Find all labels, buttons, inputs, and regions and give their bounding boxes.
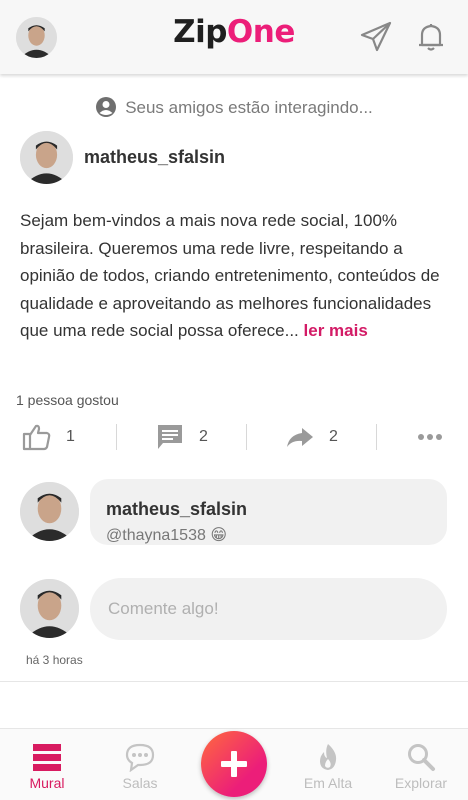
nav-salas[interactable]: Salas	[100, 729, 180, 800]
comment-input-wrapper	[90, 578, 447, 640]
account-circle-icon	[95, 96, 117, 118]
like-count: 1	[66, 428, 75, 445]
comment-author[interactable]: matheus_sfalsin	[106, 499, 247, 520]
comment-item: matheus_sfalsin @thayna1538 😁	[20, 479, 448, 545]
top-bar: ZipOne	[0, 0, 468, 74]
send-icon[interactable]	[359, 20, 393, 54]
chat-bubble-icon	[125, 743, 155, 772]
comment-bubble: matheus_sfalsin @thayna1538 😁	[90, 479, 447, 545]
more-options-button[interactable]	[415, 418, 445, 456]
share-button[interactable]: 2	[285, 418, 338, 456]
comment-button[interactable]: 2	[155, 418, 208, 456]
friends-activity-notice: Seus amigos estão interagindo...	[0, 96, 468, 120]
read-more-link[interactable]: ler mais	[304, 321, 368, 340]
create-post-button[interactable]	[201, 731, 267, 797]
post-timestamp: há 3 horas	[26, 653, 83, 667]
friends-notice-text: Seus amigos estão interagindo...	[125, 98, 373, 117]
share-count: 2	[329, 428, 338, 445]
logo-text-zip: Zip	[173, 14, 227, 50]
bell-icon[interactable]	[414, 20, 448, 54]
comment-icon	[158, 425, 182, 449]
thumb-up-icon	[22, 424, 51, 451]
flame-icon	[320, 744, 337, 770]
grin-emoji-icon: 😁	[210, 527, 228, 544]
feed-icon	[33, 744, 61, 771]
nav-mural[interactable]: Mural	[7, 729, 87, 800]
commenter-avatar[interactable]	[20, 482, 79, 541]
nav-salas-label: Salas	[122, 775, 158, 791]
like-button[interactable]: 1	[22, 418, 75, 456]
comment-text: @thayna1538 😁	[106, 525, 227, 545]
post-author-avatar[interactable]	[20, 131, 73, 184]
more-horizontal-icon	[418, 434, 442, 440]
comment-input[interactable]	[90, 578, 447, 640]
nav-em-alta[interactable]: Em Alta	[288, 729, 368, 800]
post-author-name[interactable]: matheus_sfalsin	[84, 147, 225, 168]
share-arrow-icon	[287, 428, 313, 447]
action-divider	[246, 424, 247, 450]
nav-explorar-label: Explorar	[394, 775, 448, 791]
comment-composer	[20, 578, 448, 640]
nav-em-alta-label: Em Alta	[303, 775, 353, 791]
comment-count: 2	[199, 428, 208, 445]
action-divider	[116, 424, 117, 450]
likes-summary[interactable]: 1 pessoa gostou	[16, 392, 119, 408]
app-logo[interactable]: ZipOne	[0, 14, 468, 50]
search-icon	[408, 744, 435, 771]
my-avatar	[20, 579, 79, 638]
post-text: Sejam bem-vindos a mais nova rede social…	[20, 211, 440, 341]
logo-text-one: One	[226, 14, 295, 50]
action-divider	[376, 424, 377, 450]
post-body: Sejam bem-vindos a mais nova rede social…	[20, 207, 450, 345]
post-divider	[0, 681, 468, 682]
comment-mention[interactable]: @thayna1538	[106, 527, 206, 544]
nav-mural-label: Mural	[29, 775, 65, 791]
plus-icon	[221, 751, 247, 777]
post-actions: 1 2 2	[0, 418, 468, 456]
nav-explorar[interactable]: Explorar	[381, 729, 461, 800]
post-header: matheus_sfalsin	[20, 131, 450, 185]
